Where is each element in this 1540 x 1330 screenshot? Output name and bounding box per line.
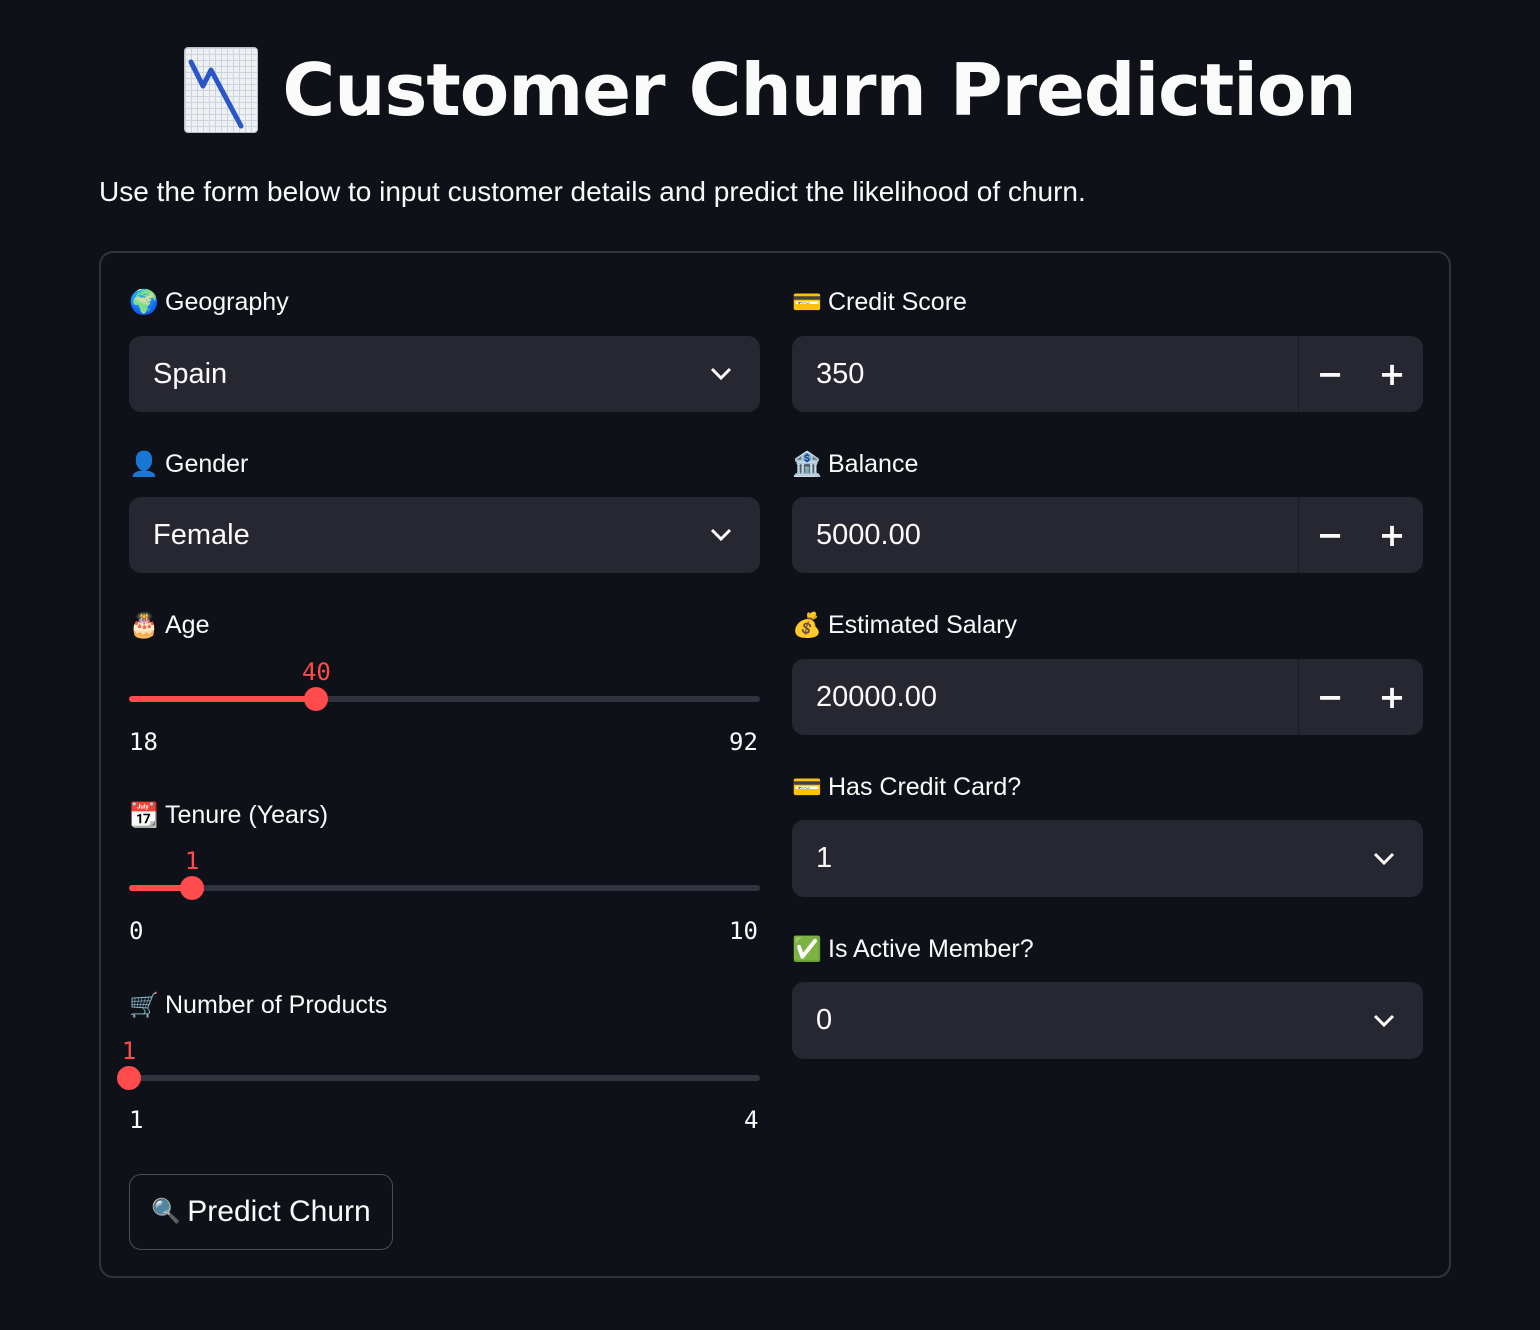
slider-thumb[interactable]: [117, 1066, 141, 1090]
bank-icon: 🏦: [792, 450, 822, 478]
decrement-button[interactable]: −: [1298, 497, 1361, 573]
page-subtitle: Use the form below to input customer det…: [99, 176, 1086, 207]
balance-input[interactable]: 5000.00 − +: [792, 497, 1423, 573]
age-max: 92: [729, 728, 758, 756]
slider-thumb[interactable]: [304, 687, 329, 711]
credit-score-label: 💳 Credit Score: [792, 288, 967, 316]
gender-label: 👤 Gender: [129, 450, 249, 478]
increment-button[interactable]: +: [1361, 659, 1423, 735]
money-bag-icon: 💰: [792, 611, 822, 639]
num-products-slider[interactable]: 1: [117, 1037, 760, 1109]
has-credit-card-label: 💳 Has Credit Card?: [792, 773, 1022, 801]
chevron-down-icon: [710, 367, 732, 381]
user-icon: 👤: [129, 450, 159, 478]
slider-thumb[interactable]: [180, 876, 205, 900]
salary-label: 💰 Estimated Salary: [792, 611, 1017, 639]
cake-icon: 🎂: [129, 611, 159, 639]
chevron-down-icon: [1373, 1014, 1395, 1027]
gender-select[interactable]: Female: [129, 497, 760, 573]
salary-input[interactable]: 20000.00 − +: [792, 659, 1423, 735]
calendar-icon: 📆: [129, 801, 159, 829]
num-products-min: 1: [129, 1106, 144, 1134]
slider-fill: [129, 696, 317, 702]
slider-value: 1: [121, 1037, 137, 1065]
num-products-label: 🛒 Number of Products: [129, 991, 388, 1019]
age-slider[interactable]: 40: [129, 658, 760, 730]
predict-churn-button[interactable]: 🔍 Predict Churn: [129, 1174, 393, 1250]
age-label: 🎂 Age: [129, 611, 210, 639]
tenure-min: 0: [129, 917, 144, 945]
slider-value: 40: [301, 658, 331, 686]
globe-icon: 🌍: [129, 288, 159, 316]
decrement-button[interactable]: −: [1298, 336, 1361, 412]
credit-score-value[interactable]: 350: [816, 336, 864, 412]
magnifier-icon: 🔍: [151, 1198, 182, 1225]
app-page: Customer Churn Prediction Use the form b…: [0, 0, 1540, 1330]
is-active-member-label: ✅ Is Active Member?: [792, 935, 1034, 963]
page-title: Customer Churn Prediction: [0, 40, 1540, 140]
balance-value[interactable]: 5000.00: [816, 497, 921, 573]
tenure-label: 📆 Tenure (Years): [129, 801, 329, 829]
tenure-max: 10: [729, 917, 758, 945]
chevron-down-icon: [710, 528, 732, 542]
slider-track: [129, 885, 760, 891]
balance-label: 🏦 Balance: [792, 450, 919, 478]
salary-value[interactable]: 20000.00: [816, 659, 937, 735]
credit-score-input[interactable]: 350 − +: [792, 336, 1423, 412]
tenure-slider[interactable]: 1: [129, 847, 760, 919]
is-active-member-select[interactable]: 0: [792, 982, 1423, 1059]
decrement-button[interactable]: −: [1298, 659, 1361, 735]
increment-button[interactable]: +: [1361, 497, 1423, 573]
page-title-text: Customer Churn Prediction: [282, 48, 1356, 132]
credit-card-icon: 💳: [792, 773, 822, 801]
num-products-max: 4: [744, 1106, 759, 1134]
cart-icon: 🛒: [129, 991, 159, 1019]
chart-decreasing-icon: [184, 47, 259, 133]
slider-track: [129, 1075, 760, 1081]
slider-value: 1: [184, 847, 200, 875]
geography-select[interactable]: Spain: [129, 336, 760, 412]
geography-label: 🌍 Geography: [129, 288, 289, 316]
has-credit-card-select[interactable]: 1: [792, 820, 1423, 897]
increment-button[interactable]: +: [1361, 336, 1423, 412]
check-mark-icon: ✅: [792, 935, 822, 963]
chevron-down-icon: [1373, 852, 1395, 865]
age-min: 18: [129, 728, 158, 756]
credit-card-icon: 💳: [792, 288, 822, 316]
